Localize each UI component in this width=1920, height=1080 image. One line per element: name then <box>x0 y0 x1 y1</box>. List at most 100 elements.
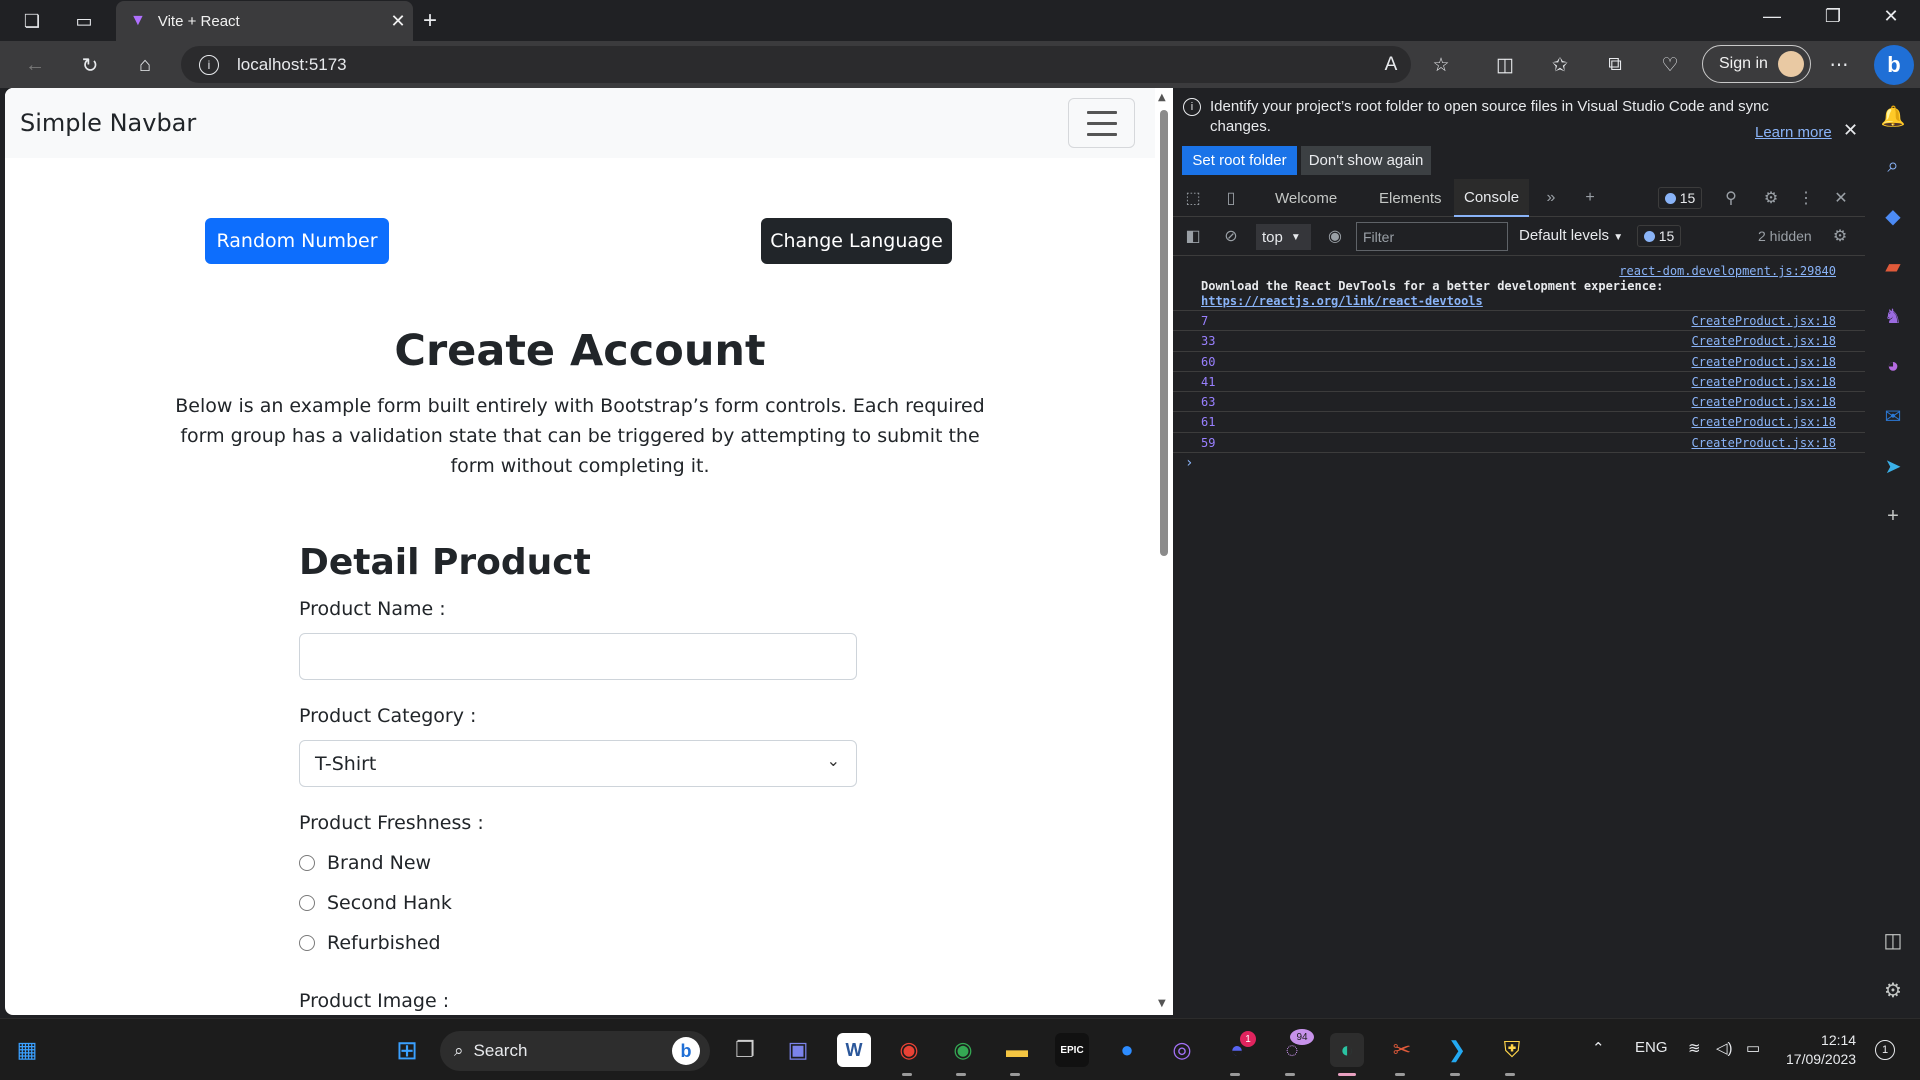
notification-center-badge[interactable]: 1 <box>1875 1040 1895 1060</box>
workspaces-icon[interactable]: ❏ <box>18 7 46 35</box>
games-icon[interactable]: ♞ <box>1879 302 1907 330</box>
notification-bell-icon[interactable]: 🔔 <box>1879 102 1907 130</box>
battery-icon[interactable]: ▭ <box>1746 1039 1760 1057</box>
change-language-button[interactable]: Change Language <box>761 218 952 264</box>
github-desktop-icon[interactable]: ◎ <box>1165 1033 1199 1067</box>
dont-show-again-button[interactable]: Don't show again <box>1301 146 1431 175</box>
minimize-button[interactable]: — <box>1757 6 1787 27</box>
zoom-icon[interactable]: ● <box>1110 1033 1144 1067</box>
log-source-link[interactable]: CreateProduct.jsx:18 <box>1692 375 1837 389</box>
edge-icon[interactable]: ◐ <box>1330 1033 1364 1067</box>
search-icon[interactable]: ⌕ <box>1879 152 1907 180</box>
settings-gear-icon[interactable]: ⚙ <box>1759 188 1783 208</box>
browser-tab-active[interactable]: ▼ Vite + React ✕ <box>116 1 413 41</box>
inspect-element-icon[interactable]: ⬚ <box>1181 188 1205 208</box>
live-expression-eye-icon[interactable]: ◉ <box>1323 226 1347 246</box>
freshness-option-refurbished[interactable]: Refurbished <box>299 932 441 954</box>
close-window-button[interactable]: ✕ <box>1876 6 1906 27</box>
refresh-button[interactable]: ↻ <box>75 50 105 80</box>
restore-button[interactable]: ❐ <box>1818 6 1848 27</box>
address-bar[interactable]: i localhost:5173 <box>181 46 1411 83</box>
system-clock[interactable]: 12:14 17/09/2023 <box>1786 1031 1856 1069</box>
radio-button[interactable] <box>299 855 315 871</box>
new-tab-button[interactable]: + <box>423 7 437 35</box>
hide-sidebar-icon[interactable]: ◫ <box>1879 926 1907 954</box>
log-source-link[interactable]: CreateProduct.jsx:18 <box>1692 415 1837 429</box>
bing-copilot-icon[interactable]: b <box>1874 45 1914 85</box>
learn-more-link[interactable]: Learn more <box>1755 124 1832 141</box>
sidebar-toggle-icon[interactable]: ◧ <box>1181 226 1205 246</box>
epic-games-icon[interactable]: EPIC <box>1055 1033 1089 1067</box>
navbar-toggler-button[interactable] <box>1068 98 1135 148</box>
tools-briefcase-icon[interactable]: ▰ <box>1879 252 1907 280</box>
show-hidden-icons-chevron-icon[interactable]: ⌃ <box>1592 1039 1605 1057</box>
freshness-option-brand-new[interactable]: Brand New <box>299 852 431 874</box>
set-root-folder-button[interactable]: Set root folder <box>1182 146 1297 175</box>
back-button[interactable]: ← <box>20 50 50 80</box>
console-settings-icon[interactable]: ⚙ <box>1828 226 1852 246</box>
navbar-brand[interactable]: Simple Navbar <box>20 109 196 137</box>
file-explorer-icon[interactable]: ▬ <box>1000 1033 1034 1067</box>
security-shield-icon[interactable]: ⛨ <box>1495 1033 1529 1067</box>
freshness-option-second-hank[interactable]: Second Hank <box>299 892 452 914</box>
more-menu-icon[interactable]: ⋯ <box>1824 51 1854 79</box>
log-source-link[interactable]: CreateProduct.jsx:18 <box>1692 355 1837 369</box>
teams-chat-icon[interactable]: ▣ <box>781 1033 815 1067</box>
wifi-icon[interactable]: ≋ <box>1688 1039 1701 1057</box>
radio-button[interactable] <box>299 895 315 911</box>
console-prompt-input[interactable]: › <box>1173 453 1865 475</box>
issues-badge[interactable]: 15 <box>1658 187 1702 209</box>
device-emulation-icon[interactable]: ▯ <box>1219 188 1243 208</box>
snipping-tool-icon[interactable]: ✂ <box>1385 1033 1419 1067</box>
chrome-profile-icon[interactable]: ◉ <box>946 1033 980 1067</box>
widgets-icon[interactable]: ▦ <box>10 1033 44 1067</box>
browser-essentials-icon[interactable]: ♡ <box>1655 51 1685 79</box>
tab-welcome[interactable]: Welcome <box>1275 179 1337 217</box>
split-screen-icon[interactable]: ◫ <box>1490 51 1520 79</box>
more-tabs-icon[interactable]: » <box>1539 188 1563 208</box>
radio-button[interactable] <box>299 935 315 951</box>
chrome-icon[interactable]: ◉ <box>892 1033 926 1067</box>
send-icon[interactable]: ➤ <box>1879 452 1907 480</box>
input-language[interactable]: ENG <box>1635 1039 1668 1056</box>
close-icon[interactable]: ✕ <box>1843 120 1858 141</box>
favorites-icon[interactable]: ✩ <box>1545 51 1575 79</box>
log-source-link[interactable]: CreateProduct.jsx:18 <box>1692 395 1837 409</box>
task-view-icon[interactable]: ❐ <box>728 1033 762 1067</box>
scroll-thumb[interactable] <box>1160 110 1168 556</box>
close-tab-icon[interactable]: ✕ <box>383 11 413 32</box>
outlook-icon[interactable]: ✉ <box>1879 402 1907 430</box>
shopping-tag-icon[interactable]: ◆ <box>1879 202 1907 230</box>
react-devtools-link[interactable]: https://reactjs.org/link/react-devtools <box>1201 294 1483 308</box>
close-devtools-icon[interactable]: ✕ <box>1829 188 1853 208</box>
log-levels-dropdown[interactable]: Default levels ▼ <box>1519 227 1623 244</box>
add-sidebar-app-icon[interactable]: + <box>1879 502 1907 530</box>
read-aloud-icon[interactable]: A <box>1376 51 1406 79</box>
product-category-select[interactable]: T-Shirt ⌄ <box>299 740 857 787</box>
kebab-menu-icon[interactable]: ⋮ <box>1794 188 1818 208</box>
scroll-down-icon[interactable]: ▼ <box>1158 998 1166 1009</box>
vscode-icon[interactable]: ❯ <box>1440 1033 1474 1067</box>
context-select[interactable]: top ▼ <box>1256 224 1311 250</box>
tab-console[interactable]: Console <box>1454 179 1530 217</box>
sign-in-button[interactable]: Sign in <box>1702 45 1811 83</box>
log-source-link[interactable]: react-dom.development.js:29840 <box>1619 264 1836 278</box>
connect-icon[interactable]: ⚲ <box>1719 188 1743 208</box>
scroll-up-icon[interactable]: ▲ <box>1158 92 1166 103</box>
log-source-link[interactable]: CreateProduct.jsx:18 <box>1692 436 1837 450</box>
log-source-link[interactable]: CreateProduct.jsx:18 <box>1692 334 1837 348</box>
copilot-icon[interactable]: ◕ <box>1879 352 1907 380</box>
page-scrollbar[interactable]: ▲ ▼ <box>1155 88 1173 1015</box>
home-button[interactable]: ⌂ <box>130 50 160 80</box>
sidebar-settings-icon[interactable]: ⚙ <box>1879 976 1907 1004</box>
clear-console-icon[interactable]: ⊘ <box>1219 226 1243 246</box>
site-info-icon[interactable]: i <box>199 54 219 75</box>
log-source-link[interactable]: CreateProduct.jsx:18 <box>1692 314 1837 328</box>
random-number-button[interactable]: Random Number <box>205 218 389 264</box>
collections-icon[interactable]: ⧉ <box>1600 51 1630 79</box>
tab-elements[interactable]: Elements <box>1379 179 1442 217</box>
taskbar-search[interactable]: ⌕ Search b <box>440 1031 710 1071</box>
console-filter-input[interactable]: Filter <box>1356 222 1508 251</box>
favorite-star-icon[interactable]: ☆ <box>1426 51 1456 79</box>
add-tool-icon[interactable]: + <box>1578 188 1602 208</box>
